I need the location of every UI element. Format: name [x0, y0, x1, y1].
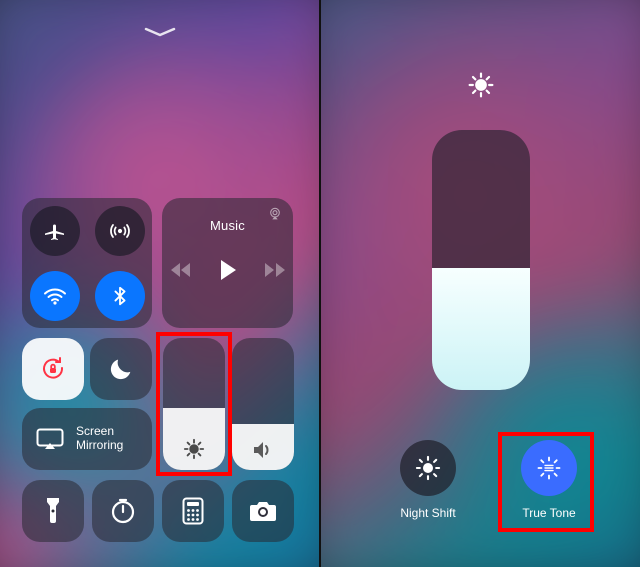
airplay-audio-icon: [267, 206, 283, 222]
camera-icon: [248, 499, 278, 523]
previous-track-button[interactable]: [170, 262, 192, 278]
brightness-slider[interactable]: [163, 338, 225, 470]
cellular-data-toggle[interactable]: [95, 206, 145, 256]
airplane-icon: [43, 219, 67, 243]
music-tile[interactable]: Music: [162, 198, 293, 328]
flashlight-button[interactable]: [22, 480, 84, 542]
chevron-down-icon[interactable]: [143, 26, 177, 38]
true-tone-icon: [535, 454, 563, 482]
true-tone-label: True Tone: [499, 506, 599, 520]
cellular-icon: [107, 218, 133, 244]
do-not-disturb-toggle[interactable]: [90, 338, 152, 400]
true-tone-button[interactable]: True Tone: [499, 440, 599, 520]
control-center-panel: Music Screen Mirroring: [0, 0, 319, 567]
brightness-icon: [183, 438, 205, 460]
bluetooth-icon: [109, 285, 131, 307]
screen-mirroring-label: Screen Mirroring: [76, 425, 123, 453]
brightness-icon: [468, 72, 494, 98]
orientation-lock-icon: [38, 354, 68, 384]
camera-button[interactable]: [232, 480, 294, 542]
volume-icon: [251, 440, 275, 460]
next-track-button[interactable]: [264, 262, 286, 278]
volume-slider[interactable]: [232, 338, 294, 470]
wifi-toggle[interactable]: [30, 271, 80, 321]
connectivity-tile[interactable]: [22, 198, 152, 328]
screen-mirroring-icon: [36, 428, 64, 450]
screen-mirroring-button[interactable]: Screen Mirroring: [22, 408, 152, 470]
timer-icon: [109, 497, 137, 525]
bluetooth-toggle[interactable]: [95, 271, 145, 321]
calculator-icon: [182, 497, 204, 525]
moon-icon: [107, 355, 135, 383]
brightness-detail-panel: Night Shift True Tone: [321, 0, 640, 567]
wifi-icon: [42, 283, 68, 309]
timer-button[interactable]: [92, 480, 154, 542]
night-shift-icon: [414, 454, 442, 482]
calculator-button[interactable]: [162, 480, 224, 542]
orientation-lock-toggle[interactable]: [22, 338, 84, 400]
airplane-mode-toggle[interactable]: [30, 206, 80, 256]
brightness-slider-large[interactable]: [432, 130, 530, 390]
night-shift-label: Night Shift: [378, 506, 478, 520]
flashlight-icon: [45, 496, 61, 526]
play-button[interactable]: [218, 259, 238, 281]
night-shift-button[interactable]: Night Shift: [378, 440, 478, 520]
